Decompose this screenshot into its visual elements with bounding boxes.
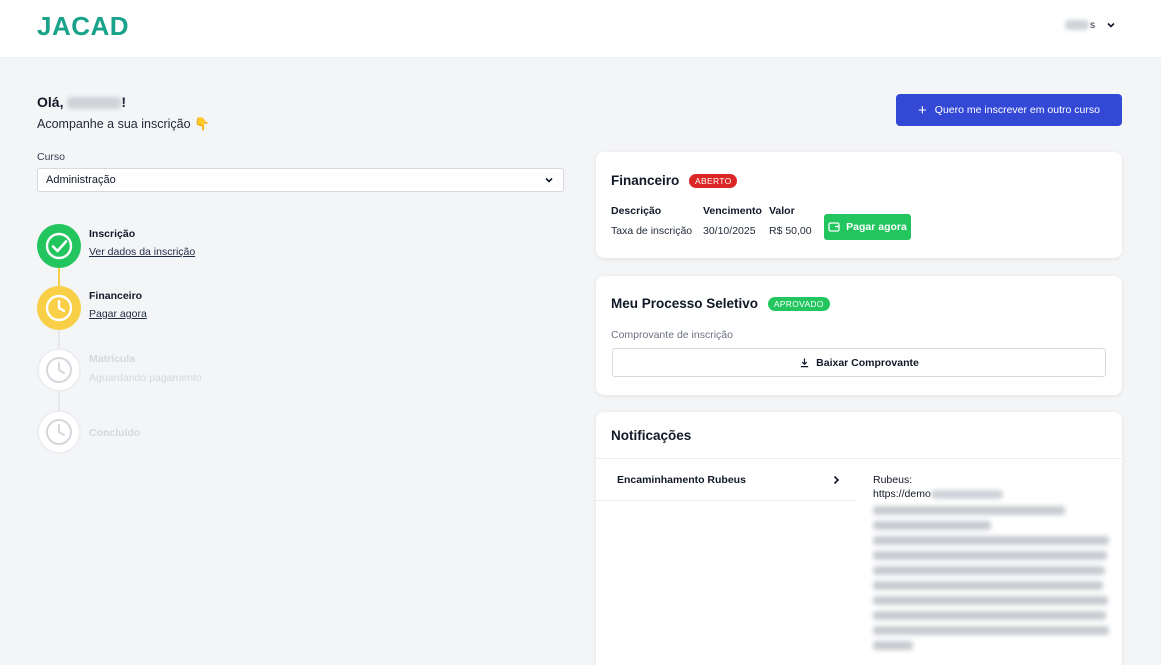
step-subtitle: Aguardando pagamento <box>89 372 202 384</box>
redacted-text <box>873 521 991 530</box>
notification-body-title: Rubeus: <box>873 474 913 486</box>
enrollment-steps: Inscrição Ver dados da inscrição Finance… <box>37 224 287 464</box>
clock-icon <box>46 419 72 445</box>
pay-now-label: Pagar agora <box>846 221 907 233</box>
financeiro-card: Financeiro ABERTO Descrição Vencimento V… <box>596 152 1122 258</box>
step-done-indicator <box>37 224 81 268</box>
redacted-text <box>873 566 1105 575</box>
selection-process-title-text: Meu Processo Seletivo <box>611 296 759 311</box>
chevron-right-icon <box>833 475 840 484</box>
greeting: Olá, ! <box>37 94 126 110</box>
pay-now-button[interactable]: Pagar agora <box>824 214 911 240</box>
user-name: s <box>1065 20 1095 31</box>
redacted-text <box>873 596 1108 605</box>
check-circle-icon <box>45 232 73 260</box>
selection-process-card: Meu Processo Seletivo APROVADO Comprovan… <box>596 276 1122 395</box>
step-title: Financeiro <box>89 290 143 302</box>
notification-body: Rubeus: https://demo <box>873 474 1113 650</box>
notifications-title: Notificações <box>611 428 692 443</box>
step-pending-indicator <box>37 348 81 392</box>
redacted-text <box>873 551 1107 560</box>
course-select[interactable]: Administração <box>37 168 564 192</box>
table-cell: Taxa de inscrição <box>611 225 693 237</box>
redacted-text <box>873 581 1103 590</box>
table-cell: R$ 50,00 <box>769 225 812 237</box>
view-enrollment-link[interactable]: Ver dados da inscrição <box>89 246 195 258</box>
financeiro-title-text: Financeiro <box>611 173 680 188</box>
redacted-text <box>873 506 1065 515</box>
pay-now-link[interactable]: Pagar agora <box>89 308 147 320</box>
notification-item-label: Encaminhamento Rubeus <box>617 473 746 486</box>
step-connector <box>58 328 60 350</box>
step-pending-indicator <box>37 410 81 454</box>
chevron-down-icon <box>1107 22 1115 28</box>
column-header: Vencimento <box>703 205 762 217</box>
redacted-text <box>873 641 913 650</box>
step-title: Concluído <box>89 427 141 439</box>
course-label: Curso <box>37 151 66 163</box>
table-cell: 30/10/2025 <box>703 225 756 237</box>
notification-body-link[interactable]: https://demo <box>873 488 1113 500</box>
greeting-subtitle: Acompanhe a sua inscrição 👇 <box>37 117 210 131</box>
user-menu[interactable]: s <box>1065 19 1117 31</box>
proof-label: Comprovante de inscrição <box>611 329 733 341</box>
plus-icon: + <box>918 101 927 119</box>
notification-body-link-prefix: https://demo <box>873 488 931 500</box>
notifications-card: Notificações Encaminhamento Rubeus Rubeu… <box>596 412 1122 665</box>
course-selected-value: Administração <box>46 174 116 186</box>
step-title: Inscrição <box>89 228 136 240</box>
top-bar: JACAD s <box>0 0 1161 58</box>
enroll-other-course-label: Quero me inscrever em outro curso <box>934 104 1100 116</box>
greeting-prefix: Olá, <box>37 94 64 110</box>
redacted-text <box>873 536 1109 545</box>
status-badge: ABERTO <box>689 174 738 189</box>
wallet-icon <box>828 222 840 232</box>
logo[interactable]: JACAD <box>37 11 129 42</box>
redacted-text <box>873 626 1109 635</box>
greeting-suffix: ! <box>121 94 127 110</box>
status-badge: APROVADO <box>767 297 830 312</box>
clock-icon <box>45 294 73 322</box>
download-proof-label: Baixar Comprovante <box>816 356 919 369</box>
step-title: Matrícula <box>89 353 136 365</box>
selection-process-title: Meu Processo Seletivo APROVADO <box>611 296 830 312</box>
user-name-suffix: s <box>1090 19 1095 31</box>
download-icon <box>800 358 809 368</box>
notification-item[interactable]: Encaminhamento Rubeus <box>596 459 857 501</box>
enroll-other-course-button[interactable]: + Quero me inscrever em outro curso <box>896 94 1122 126</box>
redacted-text <box>873 611 1106 620</box>
user-first-name-blurred <box>67 97 122 110</box>
download-proof-button[interactable]: Baixar Comprovante <box>612 348 1106 377</box>
column-header: Descrição <box>611 205 662 217</box>
redacted-text <box>930 489 1003 499</box>
step-connector <box>58 390 60 412</box>
column-header: Valor <box>769 205 795 217</box>
clock-icon <box>46 357 72 383</box>
user-name-blurred <box>1065 19 1089 30</box>
chevron-down-icon <box>545 177 553 183</box>
financeiro-title: Financeiro ABERTO <box>611 173 738 189</box>
step-current-indicator <box>37 286 81 330</box>
